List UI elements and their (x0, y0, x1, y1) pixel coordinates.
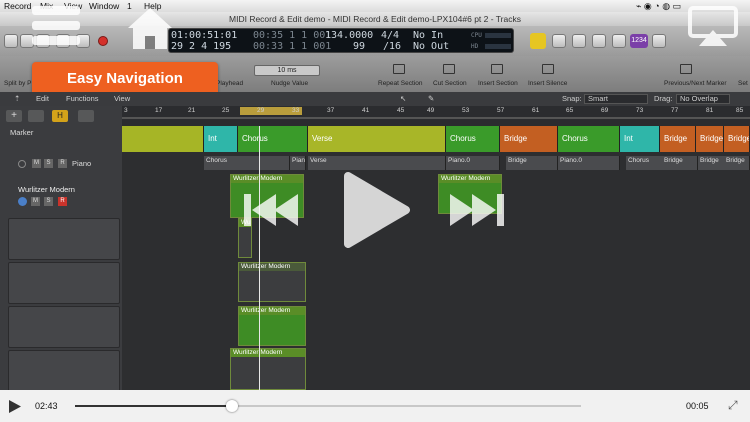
video-overlay (32, 6, 738, 248)
progress-fill (75, 405, 232, 407)
elapsed-time: 02:43 (35, 401, 58, 411)
rewind-overlay-icon[interactable] (244, 194, 298, 226)
play-overlay-icon[interactable] (344, 172, 410, 248)
airplay-icon[interactable] (688, 6, 738, 46)
forward-overlay-icon[interactable] (450, 194, 504, 226)
home-icon[interactable] (128, 8, 172, 49)
menu-icon[interactable] (32, 6, 80, 45)
play-icon[interactable] (8, 399, 22, 414)
video-player-bar: 02:43 00:05 ⤢ (0, 390, 750, 422)
progress-track[interactable] (75, 400, 581, 412)
remaining-time: 00:05 (686, 401, 709, 411)
progress-thumb[interactable] (225, 400, 238, 412)
fullscreen-icon[interactable]: ⤢ (728, 398, 738, 413)
